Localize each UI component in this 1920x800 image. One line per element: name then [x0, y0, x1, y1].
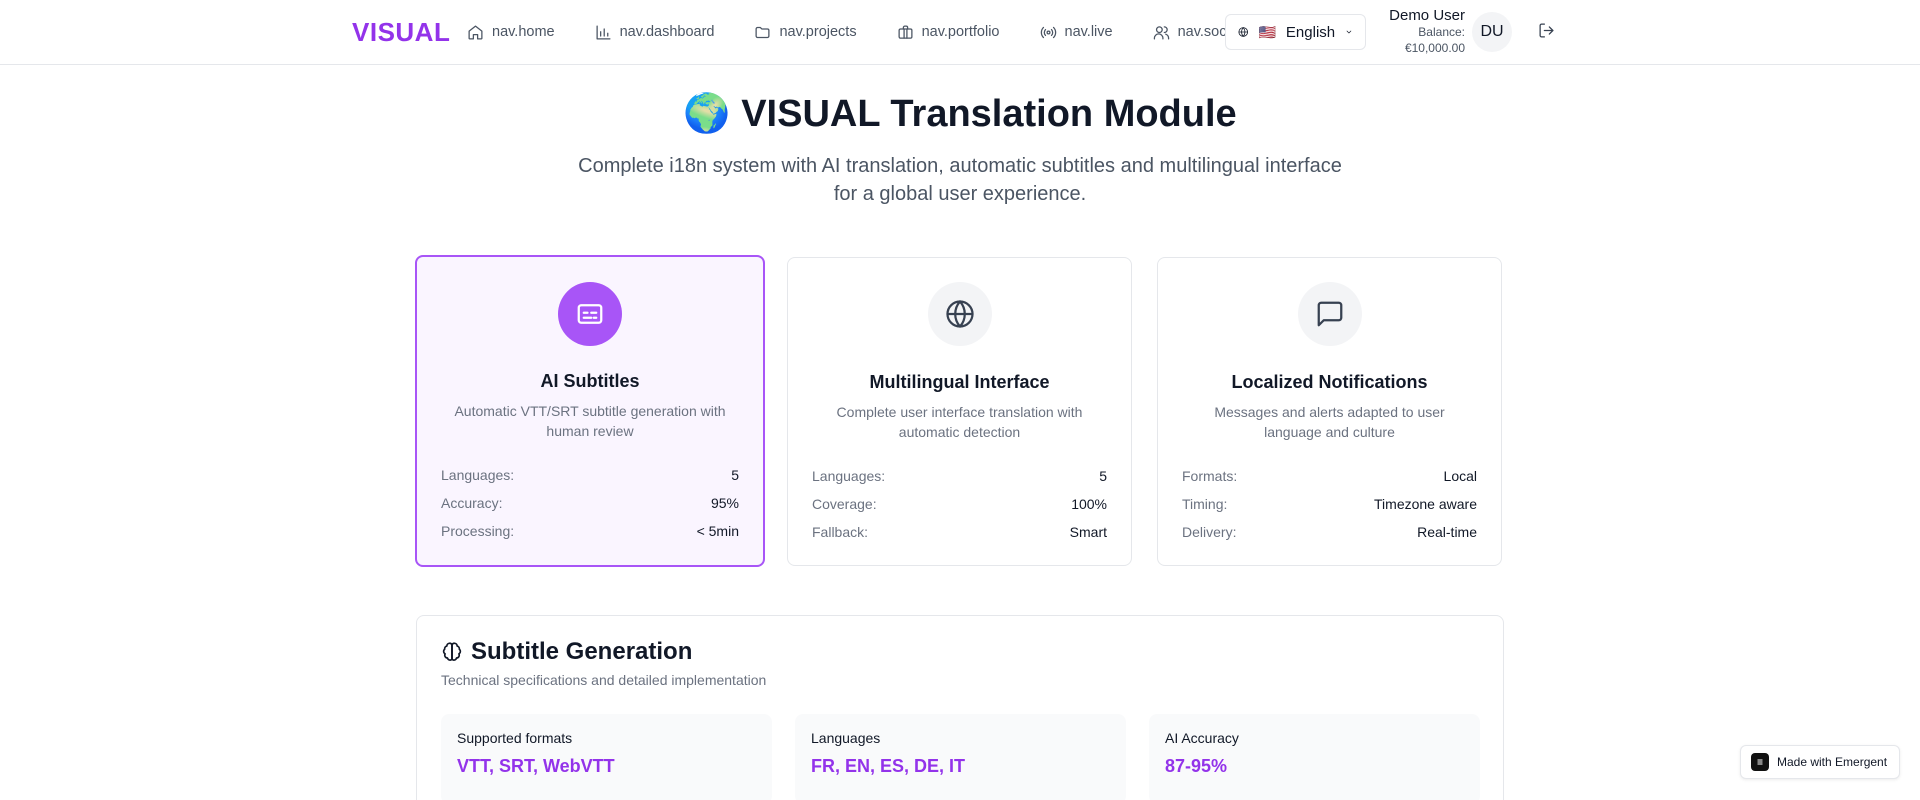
made-with-emergent-badge[interactable]: Made with Emergent: [1740, 745, 1900, 779]
top-navbar: VISUAL nav.home nav.dashboard nav.projec…: [0, 0, 1920, 65]
subtitle-generation-section: Subtitle Generation Technical specificat…: [416, 615, 1504, 800]
stat-value: Smart: [1069, 524, 1107, 540]
spec-value: FR, EN, ES, DE, IT: [811, 756, 966, 776]
stat-value: Timezone aware: [1374, 496, 1477, 512]
nav-label: nav.dashboard: [619, 24, 715, 40]
card-description: Automatic VTT/SRT subtitle generation wi…: [454, 403, 726, 439]
globe-icon: [1238, 27, 1249, 37]
radio-icon: [1040, 26, 1056, 38]
page-title: 🌍 VISUAL Translation Module: [0, 92, 1920, 136]
stat-label: Accuracy:: [441, 495, 503, 511]
spec-value: 87-95%: [1165, 756, 1228, 776]
stat-label: Delivery:: [1182, 524, 1237, 540]
card-description: Messages and alerts adapted to user lang…: [1214, 404, 1445, 440]
folder-icon: [755, 26, 770, 38]
section-subtitle: Technical specifications and detailed im…: [441, 672, 767, 688]
section-title-text: Subtitle Generation: [471, 638, 693, 665]
spec-card-languages: Languages FR, EN, ES, DE, IT: [795, 714, 1126, 800]
balance-value: €10,000.00: [1404, 41, 1465, 55]
card-icon-circle: [1297, 282, 1362, 346]
card-title: AI Subtitles: [540, 371, 640, 391]
balance-label: Balance:: [1418, 25, 1465, 39]
stat-row: Delivery: Real-time: [1182, 524, 1477, 552]
card-icon-circle: [927, 282, 992, 346]
logout-button[interactable]: [1538, 22, 1557, 41]
nav-label: nav.home: [492, 24, 555, 40]
stat-value: < 5min: [696, 523, 739, 539]
nav-item-dashboard[interactable]: nav.dashboard: [595, 24, 715, 41]
spec-label: Supported formats: [457, 730, 573, 746]
chevron-down-icon: [1346, 30, 1352, 34]
nav-item-portfolio[interactable]: nav.portfolio: [897, 24, 1000, 41]
user-name: Demo User: [1389, 7, 1465, 24]
main-nav: nav.home nav.dashboard nav.projects nav.…: [467, 0, 1241, 64]
subtitles-icon: [577, 304, 603, 324]
page-subtitle: Complete i18n system with AI translation…: [578, 155, 1342, 205]
stat-value: 5: [731, 467, 739, 483]
stat-value: 5: [1099, 468, 1107, 484]
stat-label: Languages:: [812, 468, 886, 484]
nav-item-projects[interactable]: nav.projects: [754, 24, 857, 41]
stat-row: Fallback: Smart: [812, 524, 1107, 552]
stat-label: Formats:: [1182, 468, 1238, 484]
card-title: Localized Notifications: [1231, 372, 1428, 392]
users-icon: [1153, 25, 1169, 40]
card-title: Multilingual Interface: [869, 372, 1050, 392]
user-info: Demo User Balance: €10,000.00: [1389, 7, 1465, 56]
stat-value: Real-time: [1417, 524, 1477, 540]
nav-label: nav.portfolio: [921, 24, 1000, 40]
stat-value: 100%: [1071, 496, 1107, 512]
card-stats: Languages: 5 Coverage: 100% Fallback: Smart: [812, 468, 1107, 552]
card-icon-circle: [558, 282, 622, 346]
nav-item-live[interactable]: nav.live: [1040, 24, 1113, 41]
stat-row: Accuracy: 95%: [441, 495, 739, 523]
stat-label: Languages:: [441, 467, 515, 483]
language-select[interactable]: 🇺🇸 English: [1225, 14, 1366, 50]
feature-card-localized-notifications[interactable]: Localized Notifications Messages and ale…: [1157, 257, 1502, 566]
nav-label: nav.projects: [779, 24, 857, 40]
brain-icon: [442, 642, 462, 661]
page-title-text: VISUAL Translation Module: [741, 93, 1237, 135]
stat-label: Fallback:: [812, 524, 869, 540]
nav-label: nav.live: [1064, 24, 1113, 40]
flag-icon: 🇺🇸: [1258, 23, 1276, 40]
stat-row: Processing: < 5min: [441, 523, 739, 551]
stat-label: Timing:: [1182, 496, 1228, 512]
globe-emoji-icon: 🌍: [683, 93, 731, 135]
spec-label: AI Accuracy: [1165, 730, 1239, 746]
home-icon: [468, 24, 483, 40]
stat-row: Languages: 5: [441, 467, 739, 495]
stat-label: Processing:: [441, 523, 515, 539]
message-icon: [1317, 301, 1342, 327]
emergent-logo-icon: [1751, 753, 1769, 771]
stat-row: Timing: Timezone aware: [1182, 496, 1477, 524]
stat-label: Coverage:: [812, 496, 877, 512]
nav-item-home[interactable]: nav.home: [467, 24, 555, 41]
language-label: English: [1285, 23, 1336, 41]
spec-card-accuracy: AI Accuracy 87-95%: [1149, 714, 1480, 800]
card-description: Complete user interface translation with…: [836, 404, 1083, 440]
logout-icon: [1539, 23, 1554, 38]
badge-label: Made with Emergent: [1777, 755, 1888, 769]
avatar[interactable]: DU: [1472, 12, 1512, 52]
stat-row: Languages: 5: [812, 468, 1107, 496]
stat-row: Formats: Local: [1182, 468, 1477, 496]
feature-card-multilingual-interface[interactable]: Multilingual Interface Complete user int…: [787, 257, 1132, 566]
stat-row: Coverage: 100%: [812, 496, 1107, 524]
card-stats: Formats: Local Timing: Timezone aware Deli…: [1182, 468, 1477, 552]
spec-value: VTT, SRT, WebVTT: [457, 756, 615, 776]
feature-card-ai-subtitles[interactable]: AI Subtitles Automatic VTT/SRT subtitle …: [415, 255, 765, 567]
bar-chart-icon: [596, 24, 611, 40]
card-stats: Languages: 5 Accuracy: 95% Processing: < 5m…: [441, 467, 739, 551]
stat-value: Local: [1443, 468, 1477, 484]
spec-label: Languages: [811, 730, 881, 746]
spec-card-formats: Supported formats VTT, SRT, WebVTT: [441, 714, 772, 800]
logo[interactable]: VISUAL: [352, 17, 450, 48]
briefcase-icon: [898, 24, 913, 39]
section-title: Subtitle Generation: [441, 638, 692, 666]
globe-icon: [945, 300, 974, 328]
stat-value: 95%: [710, 495, 739, 511]
